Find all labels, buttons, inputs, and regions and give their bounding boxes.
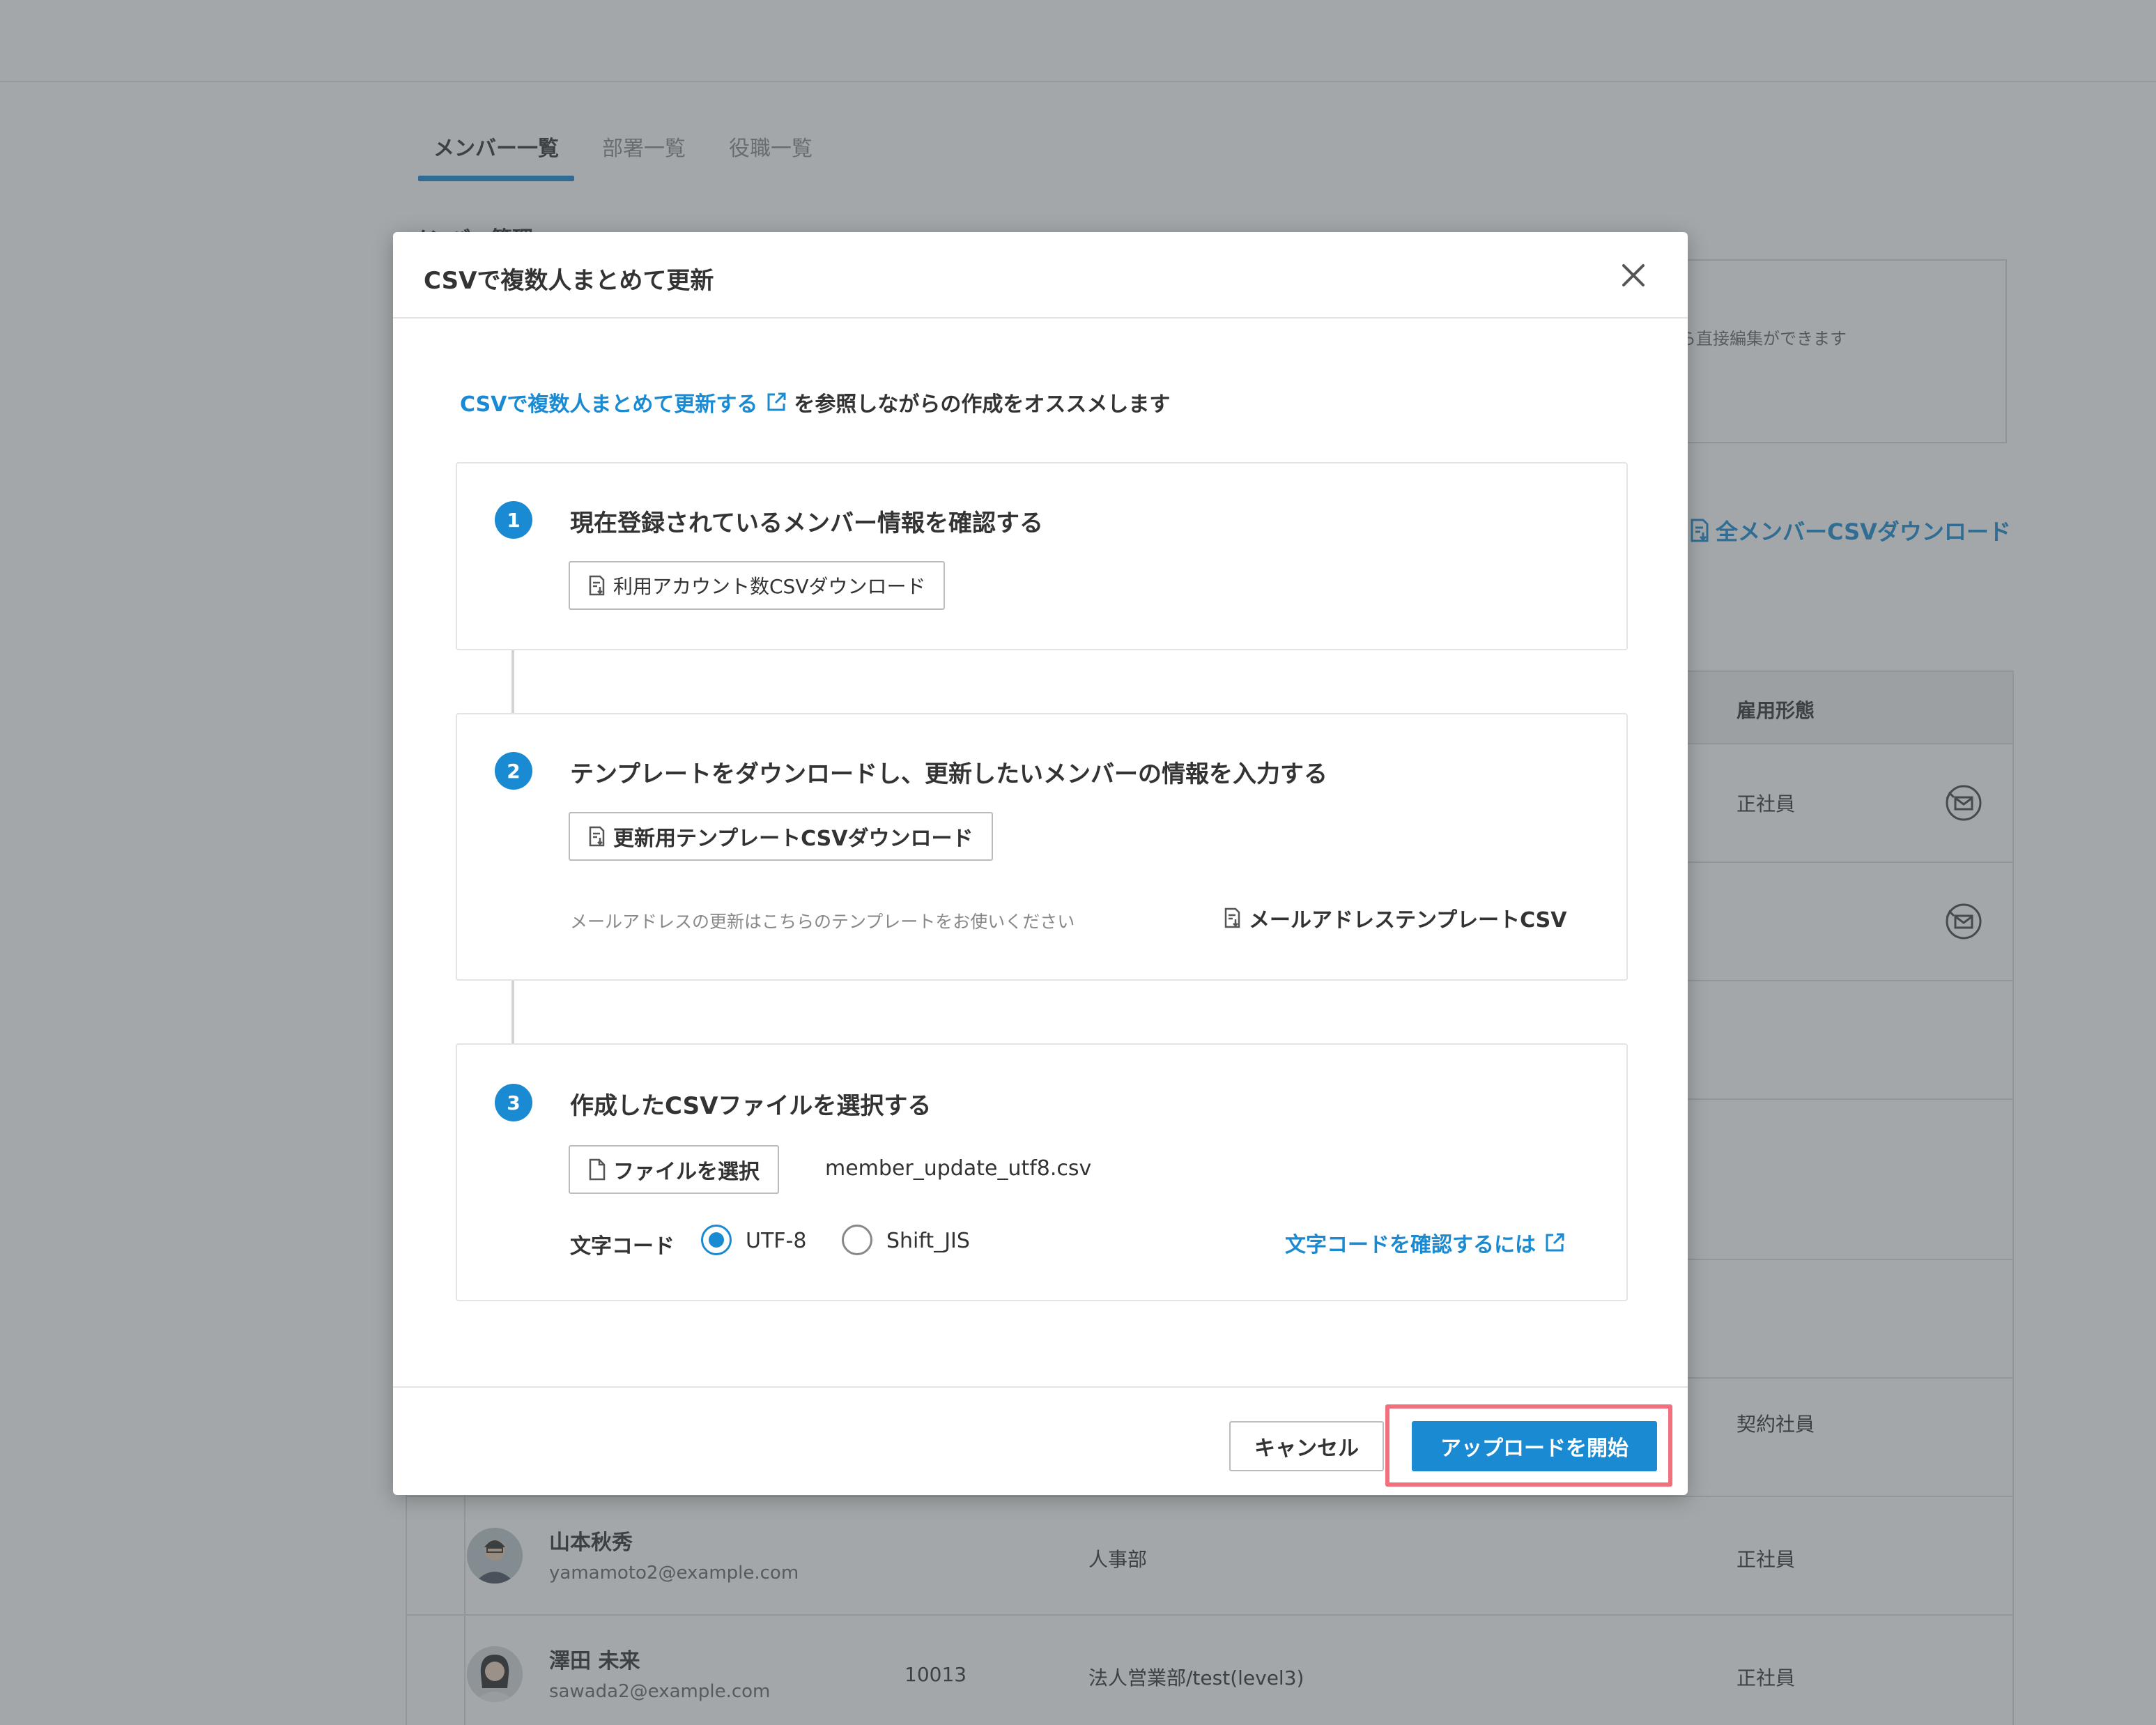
step-2-card: 2 テンプレートをダウンロードし、更新したいメンバーの情報を入力する 更新用テン… (456, 713, 1628, 981)
check-encoding-label: 文字コードを確認するには (1285, 1233, 1536, 1257)
step-2-number: 2 (495, 752, 532, 790)
encoding-shiftjis-radio[interactable] (842, 1225, 872, 1255)
account-csv-download-button[interactable]: 利用アカウント数CSVダウンロード (569, 561, 946, 610)
csv-bulk-update-modal: CSVで複数人まとめて更新 CSVで複数人まとめて更新する を参照しながらの作成… (393, 232, 1688, 1495)
step-3-card: 3 作成したCSVファイルを選択する ファイルを選択 member_update… (456, 1043, 1628, 1301)
email-template-note: メールアドレスの更新はこちらのテンプレートをお使いください (570, 912, 1075, 932)
choose-file-button[interactable]: ファイルを選択 (569, 1145, 779, 1194)
step-1-number: 1 (495, 501, 532, 539)
modal-title: CSVで複数人まとめて更新 (424, 267, 714, 295)
csv-download-icon (589, 575, 605, 596)
choose-file-label: ファイルを選択 (613, 1160, 760, 1184)
reference-help-link[interactable]: CSVで複数人まとめて更新する (460, 387, 787, 417)
step-1-card: 1 現在登録されているメンバー情報を確認する 利用アカウント数CSVダウンロード (456, 462, 1628, 650)
reference-line: CSVで複数人まとめて更新する を参照しながらの作成をオススメします (460, 387, 1170, 417)
start-upload-button[interactable]: アップロードを開始 (1412, 1421, 1657, 1471)
reference-suffix: を参照しながらの作成をオススメします (794, 392, 1171, 417)
external-link-icon (767, 392, 786, 411)
step-connector (511, 650, 514, 713)
step-1-title: 現在登録されているメンバー情報を確認する (570, 509, 1043, 537)
email-template-csv-link[interactable]: メールアドレステンプレートCSV (1224, 903, 1567, 933)
csv-download-icon (1224, 907, 1240, 928)
close-icon[interactable] (1617, 259, 1650, 292)
encoding-label: 文字コード (570, 1234, 675, 1259)
encoding-shiftjis-label[interactable]: Shift_JIS (886, 1229, 970, 1253)
file-icon (589, 1158, 606, 1181)
modal-footer: キャンセル アップロードを開始 (393, 1386, 1688, 1495)
step-connector (511, 981, 514, 1043)
template-csv-download-label: 更新用テンプレートCSVダウンロード (613, 827, 973, 851)
step-3-number: 3 (495, 1084, 532, 1121)
account-csv-download-label: 利用アカウント数CSVダウンロード (613, 575, 926, 598)
encoding-utf8-label[interactable]: UTF-8 (746, 1229, 806, 1253)
cancel-button[interactable]: キャンセル (1229, 1421, 1384, 1471)
reference-link-label: CSVで複数人まとめて更新する (460, 392, 758, 417)
csv-download-icon (589, 826, 605, 847)
selected-file-name: member_update_utf8.csv (825, 1156, 1092, 1181)
step-3-title: 作成したCSVファイルを選択する (570, 1092, 932, 1120)
step-2-title: テンプレートをダウンロードし、更新したいメンバーの情報を入力する (570, 760, 1327, 788)
template-csv-download-button[interactable]: 更新用テンプレートCSVダウンロード (569, 812, 993, 861)
encoding-utf8-radio[interactable] (701, 1225, 732, 1255)
email-template-csv-label: メールアドレステンプレートCSV (1249, 908, 1567, 933)
external-link-icon (1546, 1233, 1564, 1252)
modal-header: CSVで複数人まとめて更新 (393, 232, 1688, 319)
check-encoding-link[interactable]: 文字コードを確認するには (1285, 1227, 1565, 1258)
